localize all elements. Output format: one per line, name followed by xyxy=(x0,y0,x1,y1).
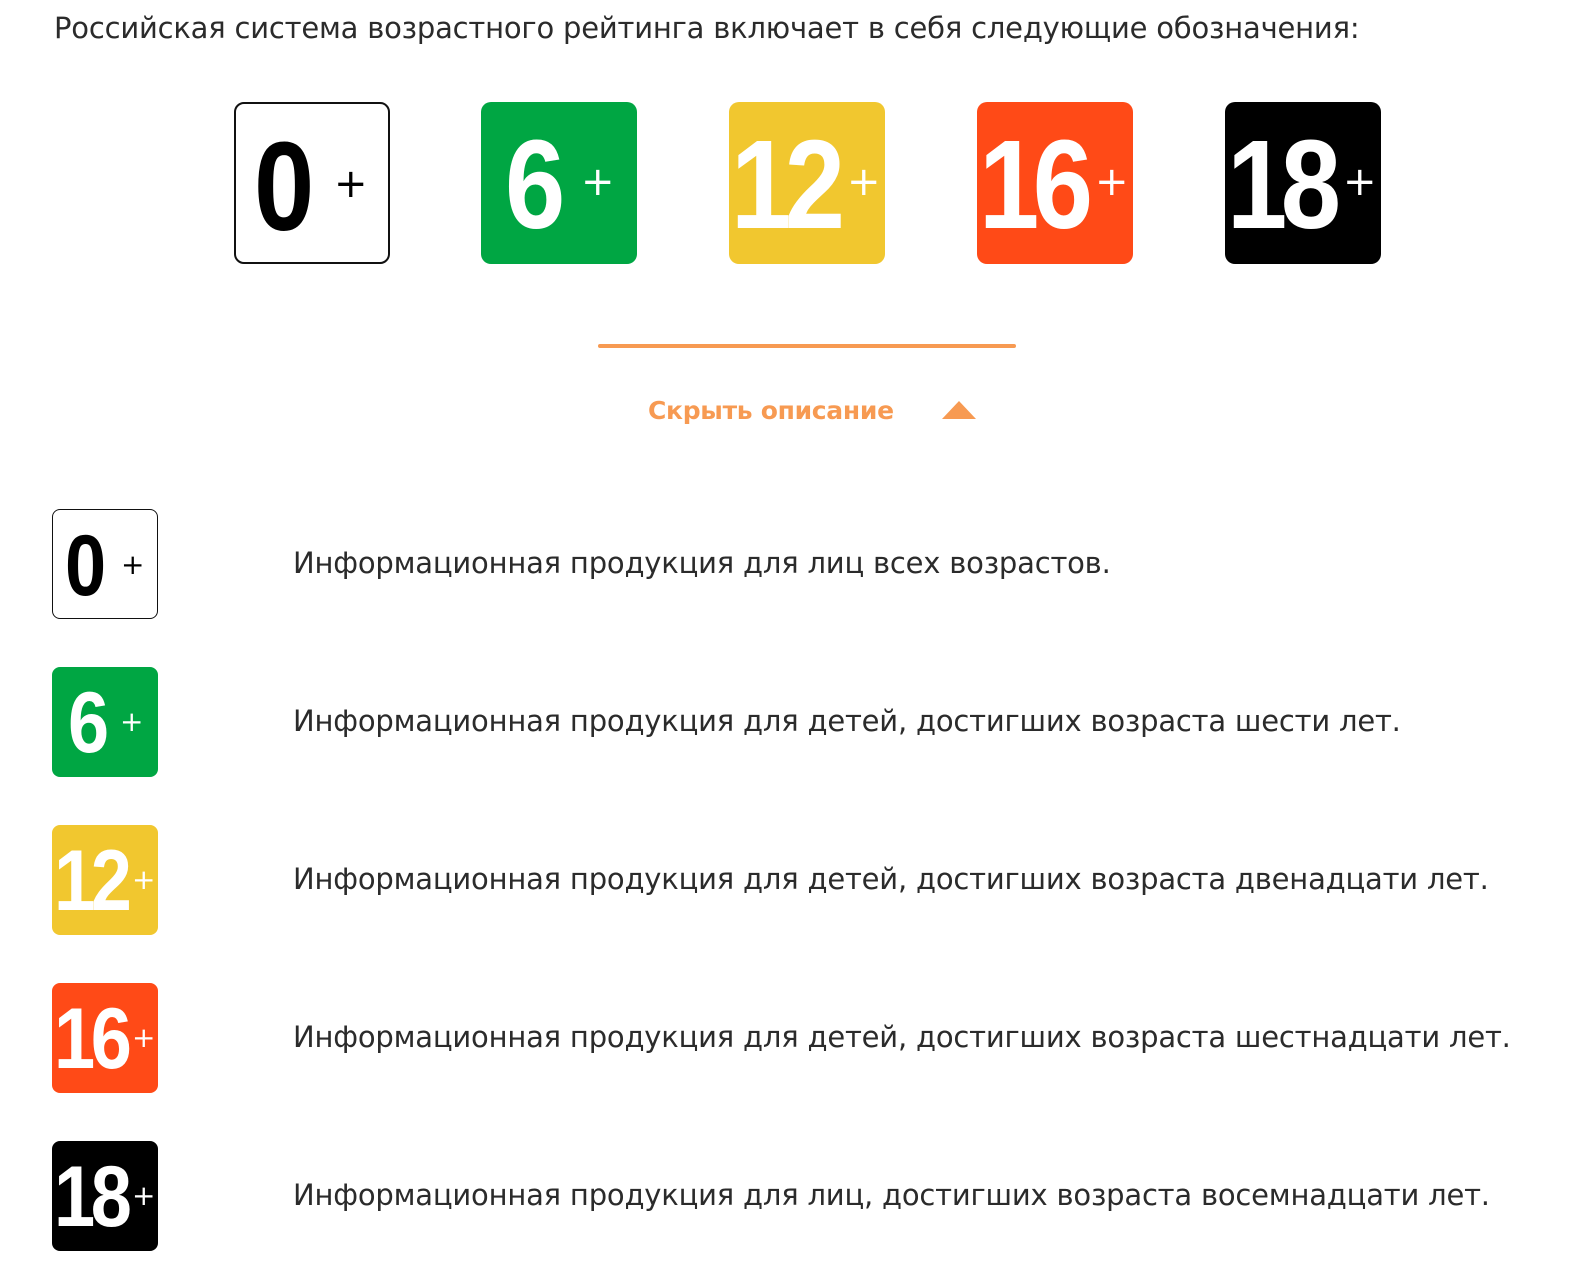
rating-plus: + xyxy=(1095,159,1129,205)
rating-number: 12 xyxy=(54,833,132,929)
rating-number: 0 xyxy=(254,116,314,257)
rating-badge-6-large: 6 + xyxy=(481,102,637,264)
rating-plus: + xyxy=(334,161,368,207)
rating-number: 0 xyxy=(65,518,106,614)
rating-plus: + xyxy=(847,159,881,205)
rating-number: 18 xyxy=(54,1149,132,1245)
hide-description-toggle[interactable]: Скрыть описание xyxy=(648,390,976,430)
rating-number: 18 xyxy=(1227,114,1341,255)
rating-plus: + xyxy=(132,1021,156,1054)
rating-badge-12-small: 12 + xyxy=(52,825,158,935)
rating-description-18: Информационная продукция для лиц, достиг… xyxy=(293,1178,1490,1212)
rating-plus: + xyxy=(132,1179,156,1212)
rating-description-12: Информационная продукция для детей, дост… xyxy=(293,862,1489,896)
rating-number: 12 xyxy=(731,114,845,255)
rating-badge-18-large: 18 + xyxy=(1225,102,1381,264)
triangle-up-icon xyxy=(941,401,976,419)
rating-plus: + xyxy=(120,705,144,738)
rating-description-16: Информационная продукция для детей, дост… xyxy=(293,1020,1511,1054)
rating-plus: + xyxy=(121,548,145,581)
rating-badge-18-small: 18 + xyxy=(52,1141,158,1251)
rating-badge-0-large: 0 + xyxy=(234,102,390,264)
section-divider xyxy=(598,344,1016,348)
rating-number: 6 xyxy=(68,675,109,771)
rating-badge-16-small: 16 + xyxy=(52,983,158,1093)
rating-number: 16 xyxy=(979,114,1093,255)
rating-plus: + xyxy=(581,159,615,205)
rating-number: 6 xyxy=(505,114,565,255)
rating-badge-0-small: 0 + xyxy=(52,509,158,619)
rating-plus: + xyxy=(132,863,156,896)
intro-text: Российская система возрастного рейтинга … xyxy=(54,11,1360,45)
hide-description-label: Скрыть описание xyxy=(648,395,894,425)
rating-description-0: Информационная продукция для лиц всех во… xyxy=(293,546,1111,580)
rating-badge-16-large: 16 + xyxy=(977,102,1133,264)
rating-badge-12-large: 12 + xyxy=(729,102,885,264)
rating-badge-6-small: 6 + xyxy=(52,667,158,777)
rating-plus: + xyxy=(1343,159,1377,205)
rating-number: 16 xyxy=(54,991,132,1087)
rating-description-6: Информационная продукция для детей, дост… xyxy=(293,704,1401,738)
